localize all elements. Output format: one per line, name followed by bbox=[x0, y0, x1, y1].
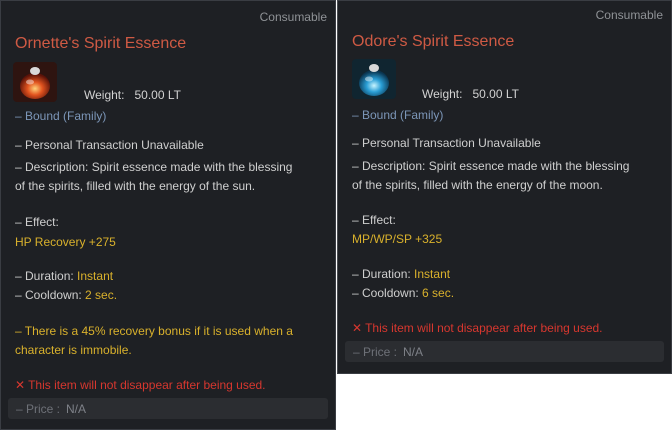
description-line-2: of the spirits, filled with the energy o… bbox=[352, 178, 603, 192]
item-category: Consumable bbox=[259, 10, 327, 24]
not-disappear-text: This item will not disappear after being… bbox=[28, 378, 266, 392]
price-value: N/A bbox=[403, 345, 424, 359]
cooldown-value: 2 sec. bbox=[85, 288, 118, 302]
personal-transaction: – Personal Transaction Unavailable bbox=[352, 136, 541, 150]
cooldown-label: – Cooldown: bbox=[352, 286, 423, 300]
duration-row: – Duration: Instant bbox=[15, 269, 113, 283]
price-row: – Price : N/A bbox=[353, 345, 423, 359]
recovery-bonus-line-2: character is immobile. bbox=[15, 343, 132, 357]
cooldown-value: 6 sec. bbox=[422, 286, 455, 300]
weight-row: Weight: 50.00 LT bbox=[422, 87, 519, 101]
effect-value: HP Recovery +275 bbox=[15, 235, 116, 249]
effect-value: MP/WP/SP +325 bbox=[352, 232, 443, 246]
personal-transaction: – Personal Transaction Unavailable bbox=[15, 138, 204, 152]
price-label: – Price : bbox=[353, 345, 398, 359]
duration-row: – Duration: Instant bbox=[352, 267, 450, 281]
description-line-1: – Description: Spirit essence made with … bbox=[352, 159, 630, 173]
bound-family: – Bound (Family) bbox=[352, 108, 444, 122]
red-spirit-essence-potion-icon bbox=[13, 62, 57, 102]
price-value: N/A bbox=[66, 402, 87, 416]
cooldown-row: – Cooldown: 2 sec. bbox=[15, 288, 117, 302]
item-tooltip-ornette: Consumable Ornette's Spirit Essence Weig… bbox=[0, 0, 336, 430]
duration-value: Instant bbox=[77, 269, 114, 283]
item-category: Consumable bbox=[595, 8, 663, 22]
effect-label: – Effect: bbox=[352, 213, 396, 227]
duration-label: – Duration: bbox=[352, 267, 415, 281]
duration-label: – Duration: bbox=[15, 269, 78, 283]
weight-label: Weight: bbox=[422, 87, 463, 101]
blue-spirit-essence-potion-icon bbox=[352, 59, 396, 99]
bound-family: – Bound (Family) bbox=[15, 109, 107, 123]
item-tooltip-odore: Consumable Odore's Spirit Essence Weight… bbox=[337, 0, 672, 374]
cooldown-row: – Cooldown: 6 sec. bbox=[352, 286, 454, 300]
x-mark-icon: ✕ bbox=[352, 321, 363, 335]
price-label: – Price : bbox=[16, 402, 61, 416]
not-disappear-warning: ✕ This item will not disappear after bein… bbox=[352, 321, 603, 335]
price-box: – Price : N/A bbox=[345, 341, 664, 362]
description-line-1: – Description: Spirit essence made with … bbox=[15, 160, 293, 174]
price-box: – Price : N/A bbox=[8, 398, 328, 419]
recovery-bonus-line-1: – There is a 45% recovery bonus if it is… bbox=[15, 324, 293, 338]
not-disappear-warning: ✕ This item will not disappear after bein… bbox=[15, 378, 266, 392]
weight-value: 50.00 LT bbox=[134, 88, 181, 102]
item-title: Ornette's Spirit Essence bbox=[15, 35, 187, 52]
weight-row: Weight: 50.00 LT bbox=[84, 88, 181, 102]
description-line-2: of the spirits, filled with the energy o… bbox=[15, 179, 256, 193]
not-disappear-text: This item will not disappear after being… bbox=[365, 321, 603, 335]
x-mark-icon: ✕ bbox=[15, 378, 26, 392]
item-title: Odore's Spirit Essence bbox=[352, 33, 515, 50]
duration-value: Instant bbox=[414, 267, 451, 281]
weight-label: Weight: bbox=[84, 88, 125, 102]
effect-label: – Effect: bbox=[15, 215, 59, 229]
cooldown-label: – Cooldown: bbox=[15, 288, 86, 302]
weight-value: 50.00 LT bbox=[472, 87, 519, 101]
price-row: – Price : N/A bbox=[16, 402, 86, 416]
